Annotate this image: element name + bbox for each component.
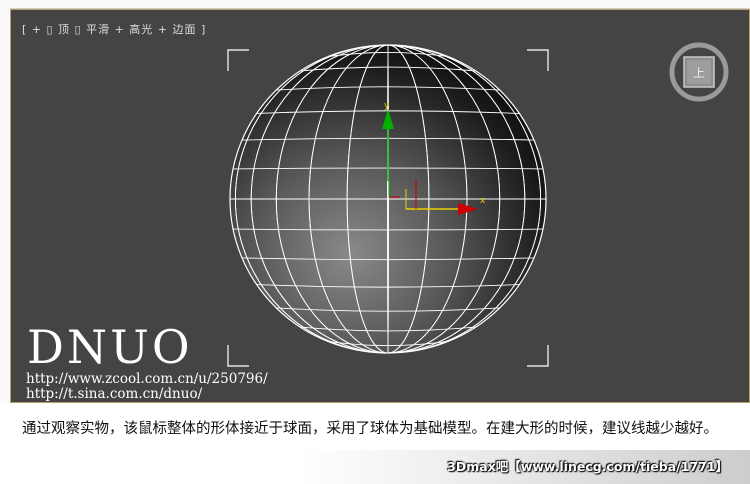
axis-x-label: x: [480, 196, 486, 206]
footer-watermark: 3Dmax吧【www.linecg.com/tieba/1771】: [447, 459, 728, 474]
window-top-edge: [0, 0, 750, 9]
watermark-logo: DNUO: [27, 320, 193, 374]
axis-y-label: y: [384, 101, 390, 111]
sphere-mesh[interactable]: [229, 43, 547, 354]
viewport-label-menu[interactable]: [ + ▯ 顶 ▯ 平滑 + 高光 + 边面 ]: [22, 21, 206, 37]
window-left-edge: [0, 0, 10, 404]
viewport-top[interactable]: y x [ + ▯ 顶 ▯ 平滑 + 高光 + 边面 ] 上 DNUO http…: [10, 9, 750, 403]
watermark-url-sina: http://t.sina.com.cn/dnuo/: [26, 386, 203, 402]
watermark-url-zcool: http://www.zcool.com.cn/u/250796/: [26, 371, 268, 387]
tutorial-description: 通过观察实物，该鼠标整体的形体接近于球面，采用了球体为基础模型。在建大形的时候，…: [22, 421, 718, 437]
viewcube[interactable]: 上: [668, 41, 730, 103]
viewcube-face-label: 上: [693, 66, 705, 80]
